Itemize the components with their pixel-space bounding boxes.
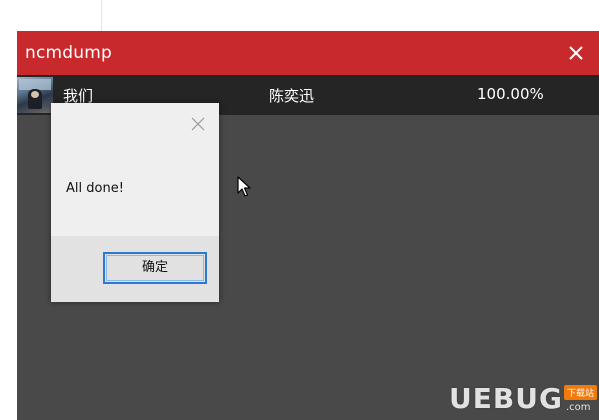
desktop-divider bbox=[101, 0, 102, 31]
track-progress: 100.00% bbox=[477, 85, 544, 103]
dialog-footer: 确定 bbox=[51, 236, 219, 302]
album-art bbox=[17, 77, 53, 113]
ok-button[interactable]: 确定 bbox=[103, 252, 207, 284]
dialog-message: All done! bbox=[66, 181, 124, 196]
close-icon bbox=[569, 46, 583, 60]
title-bar: ncmdump bbox=[17, 31, 599, 75]
window-close-button[interactable] bbox=[553, 31, 599, 75]
watermark-brand: UEBUG bbox=[449, 382, 563, 415]
message-dialog: All done! 确定 bbox=[51, 103, 219, 302]
dialog-close-button[interactable] bbox=[190, 116, 206, 132]
ok-button-label: 确定 bbox=[141, 260, 168, 275]
watermark-domain: .com bbox=[566, 402, 591, 413]
watermark-tag: 下载站 bbox=[564, 385, 598, 400]
close-icon bbox=[191, 117, 205, 131]
mouse-pointer-icon bbox=[237, 176, 251, 197]
window-title: ncmdump bbox=[25, 43, 112, 63]
track-artist: 陈奕迅 bbox=[269, 87, 315, 105]
